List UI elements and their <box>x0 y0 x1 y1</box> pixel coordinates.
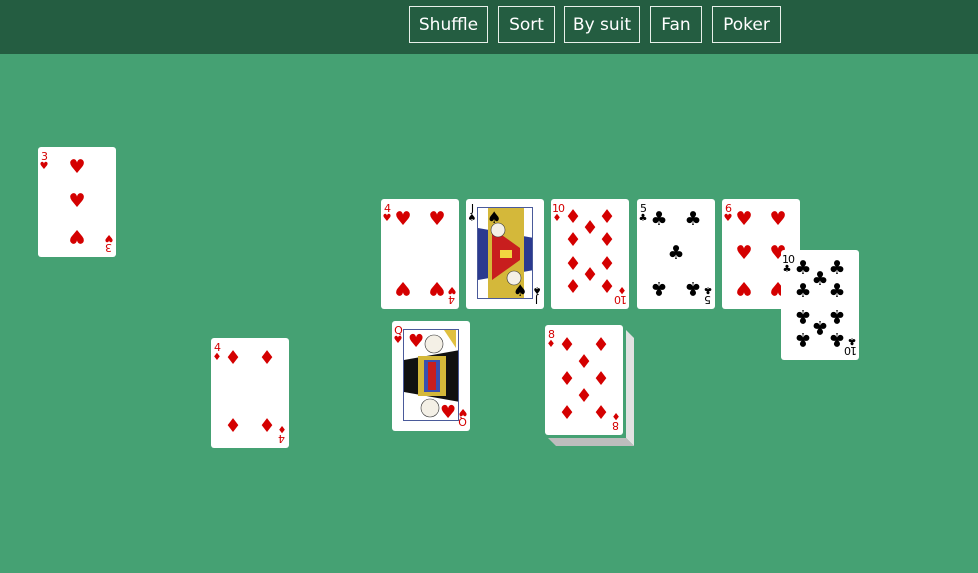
club-pip-icon: ♣ <box>684 277 702 299</box>
diamond-pip-icon: ♦ <box>592 368 610 390</box>
shuffle-button[interactable]: Shuffle <box>409 6 488 43</box>
card-10-diamonds[interactable]: 10 ♦ 10 ♦ ♦ ♦ ♦ ♦ ♦ ♦ ♦ ♦ ♦ ♦ <box>551 199 629 309</box>
heart-pip-icon: ♥ <box>68 225 86 247</box>
queen-face-art: ♥ ♥ <box>403 329 459 421</box>
heart-pip-icon: ♥ <box>68 156 86 178</box>
sort-button[interactable]: Sort <box>498 6 555 43</box>
card-index: 8 ♦ <box>611 410 621 432</box>
svg-text:♠: ♠ <box>513 281 527 299</box>
card-index: 3 ♥ <box>104 232 114 254</box>
card-jack-spades[interactable]: J ♠ J ♠ ♠ ♠ <box>466 199 544 309</box>
card-5-clubs[interactable]: 5 ♣ 5 ♣ ♣ ♣ ♣ ♣ ♣ <box>637 199 715 309</box>
card-index: 3 ♥ <box>39 150 49 172</box>
card-index: J ♠ <box>532 284 542 306</box>
diamond-pip-icon: ♦ <box>224 347 242 369</box>
card-index: 4 ♦ <box>277 423 287 445</box>
card-queen-hearts[interactable]: Q ♥ Q ♥ ♥ ♥ <box>392 321 470 431</box>
heart-pip-icon: ♥ <box>428 277 446 299</box>
card-index: J ♠ <box>467 202 477 224</box>
card-index: Q ♥ <box>458 406 468 428</box>
card-3-hearts[interactable]: 3 ♥ 3 ♥ ♥ ♥ ♥ <box>38 147 116 257</box>
diamond-pip-icon: ♦ <box>258 347 276 369</box>
poker-button[interactable]: Poker <box>712 6 781 43</box>
card-index: 8 ♦ <box>546 328 556 350</box>
card-index: Q ♥ <box>393 324 403 346</box>
diamond-pip-icon: ♦ <box>224 415 242 437</box>
toolbar: Shuffle Sort By suit Fan Poker <box>0 0 978 54</box>
fan-button[interactable]: Fan <box>650 6 702 43</box>
card-index: 4 ♦ <box>212 341 222 363</box>
diamond-pip-icon: ♦ <box>598 276 616 298</box>
card-index: 10 ♣ <box>845 335 857 357</box>
diamond-pip-icon: ♦ <box>564 276 582 298</box>
diamond-pip-icon: ♦ <box>598 206 616 228</box>
card-10-clubs[interactable]: 10 ♣ 10 ♣ ♣ ♣ ♣ ♣ ♣ ♣ ♣ ♣ ♣ ♣ <box>781 250 859 360</box>
club-pip-icon: ♣ <box>828 328 846 350</box>
card-index: 6 ♥ <box>723 202 733 224</box>
club-pip-icon: ♣ <box>667 242 685 264</box>
club-pip-icon: ♣ <box>794 280 812 302</box>
card-index: 5 ♣ <box>638 202 648 224</box>
club-pip-icon: ♣ <box>650 208 668 230</box>
heart-pip-icon: ♥ <box>68 190 86 212</box>
jack-face-art: ♠ ♠ <box>477 207 533 299</box>
diamond-pip-icon: ♦ <box>564 229 582 251</box>
card-index: 5 ♣ <box>703 284 713 306</box>
club-pip-icon: ♣ <box>828 280 846 302</box>
heart-pip-icon: ♥ <box>394 277 412 299</box>
heart-pip-icon: ♥ <box>769 208 787 230</box>
heart-pip-icon: ♥ <box>735 277 753 299</box>
club-pip-icon: ♣ <box>794 328 812 350</box>
club-pip-icon: ♣ <box>684 208 702 230</box>
heart-pip-icon: ♥ <box>428 208 446 230</box>
diamond-pip-icon: ♦ <box>258 415 276 437</box>
svg-text:♥: ♥ <box>440 402 456 421</box>
card-8-diamonds[interactable]: 8 ♦ 8 ♦ ♦ ♦ ♦ ♦ ♦ ♦ ♦ ♦ <box>545 325 623 435</box>
svg-text:♥: ♥ <box>408 331 424 352</box>
svg-text:♠: ♠ <box>487 208 501 227</box>
card-index: 4 ♥ <box>447 284 457 306</box>
heart-pip-icon: ♥ <box>735 208 753 230</box>
heart-pip-icon: ♥ <box>735 242 753 264</box>
diamond-pip-icon: ♦ <box>598 253 616 275</box>
diamond-pip-icon: ♦ <box>558 402 576 424</box>
card-index: 10 ♣ <box>782 253 795 275</box>
diamond-pip-icon: ♦ <box>592 402 610 424</box>
heart-pip-icon: ♥ <box>394 208 412 230</box>
card-index: 4 ♥ <box>382 202 392 224</box>
diamond-pip-icon: ♦ <box>598 229 616 251</box>
by-suit-button[interactable]: By suit <box>564 6 640 43</box>
club-pip-icon: ♣ <box>650 277 668 299</box>
card-index: 10 ♦ <box>615 284 627 306</box>
club-pip-icon: ♣ <box>828 305 846 327</box>
card-4-hearts[interactable]: 4 ♥ 4 ♥ ♥ ♥ ♥ ♥ <box>381 199 459 309</box>
club-pip-icon: ♣ <box>828 257 846 279</box>
card-index: 10 ♦ <box>552 202 565 224</box>
card-4-diamonds[interactable]: 4 ♦ 4 ♦ ♦ ♦ ♦ ♦ <box>211 338 289 448</box>
diamond-pip-icon: ♦ <box>592 334 610 356</box>
